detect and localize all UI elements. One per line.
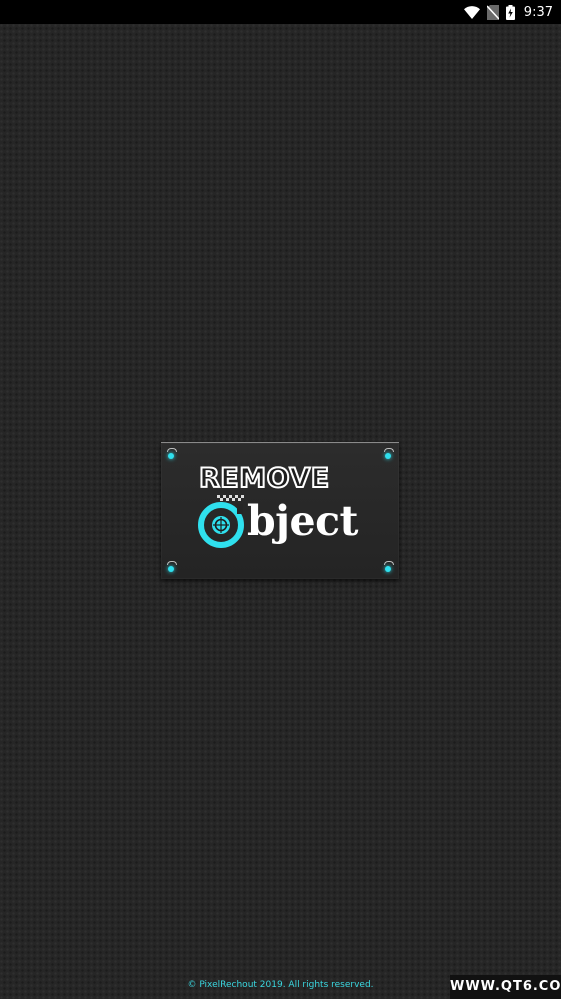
watermark-text: WWW.QT6.COM xyxy=(450,975,561,999)
battery-charging-icon xyxy=(505,4,515,20)
rivet-icon xyxy=(382,561,394,573)
app-logo: REMOVE bject xyxy=(161,442,399,579)
status-time: 9:37 xyxy=(523,4,553,20)
rivet-icon xyxy=(165,448,177,460)
no-sim-icon xyxy=(486,4,499,20)
status-icons: 9:37 xyxy=(463,0,553,24)
wifi-icon xyxy=(463,5,480,19)
logo-text-remove: REMOVE xyxy=(198,463,330,494)
rivet-icon xyxy=(165,561,177,573)
logo-text-object: bject xyxy=(247,497,359,545)
pixel-pattern-icon xyxy=(217,495,244,501)
rivet-icon xyxy=(382,448,394,460)
status-bar: 9:37 xyxy=(0,0,561,24)
o-lens-icon xyxy=(198,502,244,548)
